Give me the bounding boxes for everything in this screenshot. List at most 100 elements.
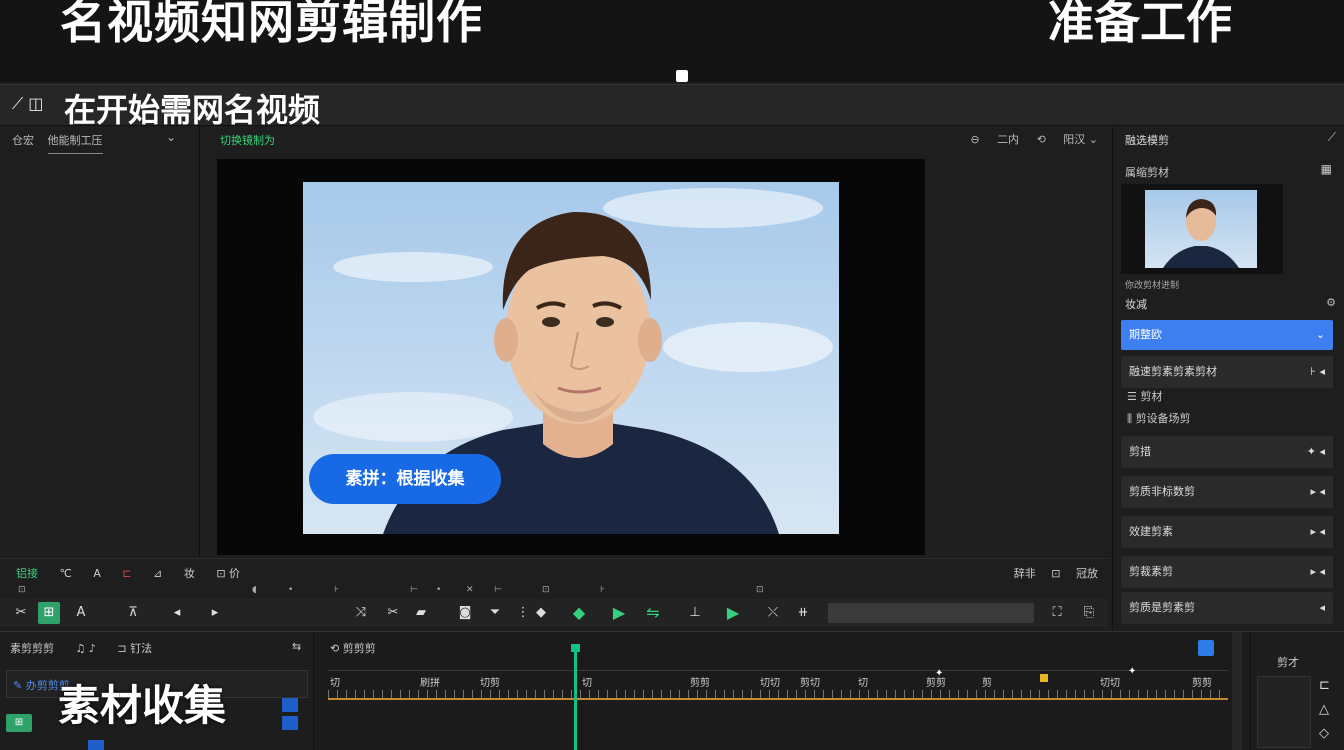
ruler-mark: ⊢: [494, 585, 502, 595]
track-toggle[interactable]: [282, 698, 298, 712]
fullscreen-icon[interactable]: ⛶: [1046, 602, 1068, 624]
title-bar-icons[interactable]: ⟋ ◫: [12, 94, 43, 114]
clip-thumbnail[interactable]: [1121, 184, 1283, 274]
property-label: 剪措: [1129, 445, 1151, 458]
time-label: 切切: [1100, 678, 1120, 689]
keyframe-marker[interactable]: ✦: [935, 668, 943, 679]
toolbar-item[interactable]: 妆: [184, 567, 195, 580]
toolbar-label[interactable]: 铝接: [16, 567, 38, 580]
timeline-add-button[interactable]: [1198, 640, 1214, 656]
property-label: 剪裁素剪: [1129, 565, 1173, 578]
toolbar-right: 辞非 ⊡ 冠放: [1002, 565, 1098, 581]
triangle-icon[interactable]: △: [1319, 702, 1329, 717]
chevron-down-icon: ⌄: [1315, 328, 1325, 341]
trim-icon[interactable]: ✂: [382, 602, 404, 624]
toolbar-item[interactable]: 辞非: [1014, 567, 1036, 580]
timeline-tracks[interactable]: ⟲ 剪剪剪 切 刷拼 切剪 切 剪剪 切切 剪切 切 剪剪 剪 切切 剪剪 ✦ …: [318, 632, 1240, 750]
preset-dropdown[interactable]: 期整欧 ⌄: [1121, 320, 1333, 350]
audio-icon[interactable]: ⊿: [153, 567, 162, 580]
timeline-labels: 切 刷拼 切剪 切 剪剪 切切 剪切 切 剪剪 剪 切切 剪剪: [328, 674, 1228, 689]
text-icon[interactable]: A: [93, 567, 101, 580]
keyframe-controls[interactable]: ✦ ◂: [1307, 436, 1325, 468]
track-header-bar: 素剪剪剪 ♫ ♪ ⊐ 钉法: [10, 640, 170, 656]
split-icon[interactable]: ⊼: [122, 602, 144, 624]
grid-icon[interactable]: ⧺: [792, 602, 814, 624]
select-tool-button[interactable]: ⊞: [38, 602, 60, 624]
crop-icon[interactable]: ⊡: [1051, 567, 1060, 580]
toolbar-item[interactable]: 冠放: [1076, 567, 1098, 580]
record-icon[interactable]: ⊏: [122, 567, 131, 580]
property-row[interactable]: 剪质是剪素剪 ◂: [1121, 592, 1333, 624]
keyframe-marker[interactable]: ✦: [1128, 666, 1136, 677]
keyframe-controls[interactable]: ⊦ ◂: [1310, 356, 1325, 388]
property-label: 剪质是剪素剪: [1129, 601, 1195, 614]
text-tool-icon[interactable]: A: [70, 602, 92, 624]
banner-marker: [676, 70, 688, 82]
property-item[interactable]: ☰ 剪材: [1127, 388, 1162, 404]
diamond-icon[interactable]: ◇: [1319, 726, 1329, 741]
music-icon[interactable]: ♫ ♪: [76, 642, 96, 655]
camera-icon[interactable]: ◙: [454, 602, 476, 624]
zoom-icon[interactable]: ⊖: [970, 133, 979, 146]
swap-icon[interactable]: ⇆: [292, 640, 301, 653]
track-option[interactable]: ⊐ 钉法: [117, 642, 152, 655]
scrub-bar[interactable]: [828, 603, 1034, 623]
cut-icon[interactable]: ✂: [10, 602, 32, 624]
grid-icon[interactable]: ▦: [1321, 162, 1332, 176]
playhead[interactable]: [574, 648, 577, 750]
track-lock-button[interactable]: ⊞: [6, 714, 32, 732]
filter-icon[interactable]: ⏷: [484, 602, 506, 624]
chevron-down-icon[interactable]: ⌄: [166, 130, 176, 144]
audio-level-icon[interactable]: ⊥: [684, 602, 706, 624]
property-row[interactable]: 效建剪素 ▸ ◂: [1121, 516, 1333, 548]
time-label: 切: [582, 678, 592, 689]
play-icon[interactable]: ▶: [608, 602, 630, 624]
property-item[interactable]: ⫼ 剪设备场剪: [1127, 410, 1191, 426]
property-row[interactable]: 剪裁素剪 ▸ ◂: [1121, 556, 1333, 588]
tab-media-1[interactable]: 他能制工压: [47, 134, 103, 154]
shuffle-icon[interactable]: ⤨: [350, 602, 372, 624]
step-back-icon[interactable]: ◆: [530, 602, 552, 624]
viewer-option[interactable]: 二内: [997, 133, 1019, 146]
inspector-title: 融选模剪: [1125, 134, 1169, 147]
tab-media-0[interactable]: 仓宏: [12, 134, 34, 147]
keyframe-controls[interactable]: ▸ ◂: [1310, 556, 1325, 588]
settings-icon[interactable]: ⚙: [1326, 296, 1336, 309]
keyframe-icon[interactable]: ◆: [568, 602, 590, 624]
timeline-scrollbar[interactable]: [1232, 632, 1242, 750]
play-range-icon[interactable]: ▶: [722, 602, 744, 624]
track-toggle[interactable]: [88, 740, 104, 750]
timeline-title: ⟲ 剪剪剪: [330, 642, 376, 655]
rotate-icon[interactable]: ⟲: [1037, 133, 1046, 146]
section-title: 妆减: [1125, 298, 1147, 311]
audio-track-line: [328, 698, 1228, 700]
track-toggle[interactable]: [282, 716, 298, 730]
banner-title-left: 名视频知网剪辑制作: [60, 0, 483, 49]
preview-frame: 素拼：根据收集: [303, 182, 839, 534]
property-row[interactable]: 剪质非标数剪 ▸ ◂: [1121, 476, 1333, 508]
keyframe-controls[interactable]: ▸ ◂: [1310, 476, 1325, 508]
property-label: 融速剪素剪素剪材: [1129, 365, 1217, 378]
toolbar-item[interactable]: ⊡ 价: [216, 567, 240, 580]
side-panel-box[interactable]: [1257, 676, 1311, 748]
property-row[interactable]: 剪措 ✦ ◂: [1121, 436, 1333, 468]
keyframe-controls[interactable]: ◂: [1319, 592, 1325, 624]
ruler-mark: ◖: [252, 585, 257, 595]
list-icon: ☰: [1127, 390, 1137, 403]
caption-bubble[interactable]: 素拼：根据收集: [309, 454, 501, 504]
effect-icon[interactable]: ℃: [60, 567, 72, 580]
time-label: 剪剪: [1192, 678, 1212, 689]
prev-marker-icon[interactable]: ◂: [166, 602, 188, 624]
step-caption: 素材收集: [58, 681, 227, 730]
pin-icon[interactable]: ⟋: [1328, 130, 1336, 145]
marker-flag[interactable]: [1040, 674, 1048, 682]
export-icon[interactable]: ⎘: [1078, 602, 1100, 624]
viewer-dropdown[interactable]: 阳汉 ⌄: [1063, 133, 1098, 146]
snap-icon[interactable]: ⤬: [762, 602, 784, 624]
keyframe-controls[interactable]: ▸ ◂: [1310, 516, 1325, 548]
layout-icon[interactable]: ⊏: [1319, 678, 1330, 693]
loop-icon[interactable]: ⇋: [642, 602, 664, 624]
property-row[interactable]: 融速剪素剪素剪材 ⊦ ◂: [1121, 356, 1333, 388]
marker-icon[interactable]: ▰: [410, 602, 432, 624]
next-marker-icon[interactable]: ▸: [204, 602, 226, 624]
